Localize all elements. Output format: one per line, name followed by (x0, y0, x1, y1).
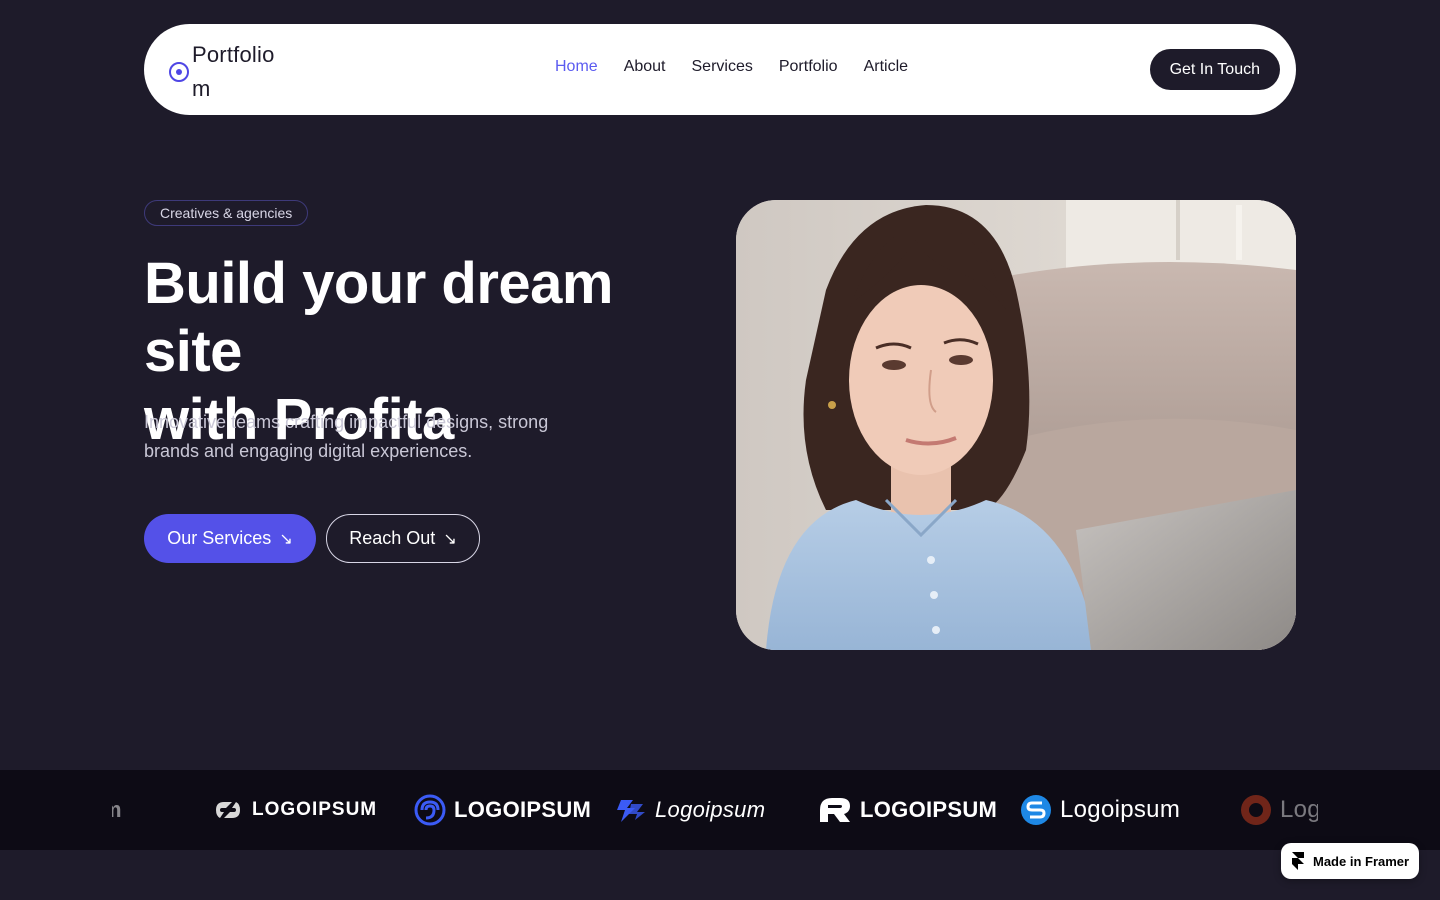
arrow-down-right-icon: ↘ (279, 530, 293, 548)
hero-photo (736, 200, 1296, 650)
logo-text: LOGOIPSUM (860, 797, 998, 822)
framer-icon (1292, 852, 1304, 870)
chain-logo-icon (216, 802, 240, 818)
logo-marquee: psum LOGOIPSUM LOGOIPSUM Logoipsum (112, 770, 1318, 850)
our-services-label: Our Services (167, 528, 272, 548)
nav-link-portfolio[interactable]: Portfolio (779, 58, 838, 76)
bolt-logo-icon (617, 800, 645, 822)
logo-item: LOGOIPSUM (212, 793, 377, 827)
logo-text: LOGOIPSUM (454, 797, 592, 822)
logo-strip: psum LOGOIPSUM LOGOIPSUM Logoipsum (0, 770, 1440, 850)
reach-out-label: Reach Out (349, 528, 436, 548)
logo-text: LOGOIPSUM (252, 799, 378, 820)
ring-logo-icon (1241, 795, 1271, 825)
arrow-down-right-icon: ↘ (443, 530, 457, 548)
logo-text: Logoipsum (1060, 796, 1181, 823)
logo-item: LOGOIPSUM (414, 793, 591, 827)
logo-item: psum (112, 793, 122, 827)
logo-text: Portfolio m (192, 42, 275, 101)
hero-subtext: Innovative teams crafting impactful desi… (144, 412, 549, 461)
category-badge: Creatives & agencies (144, 200, 309, 226)
s-circle-logo-icon (1021, 795, 1051, 825)
logo-item: Logoipsum (615, 793, 765, 827)
nav-link-services[interactable]: Services (692, 58, 753, 76)
framer-badge-label: Made in Framer (1313, 853, 1410, 869)
reach-out-button[interactable]: Reach Out ↘ (326, 514, 480, 563)
navbar: Portfolio m Home About Services Portfoli… (144, 24, 1296, 115)
our-services-button[interactable]: Our Services ↘ (144, 514, 316, 563)
target-icon (169, 62, 189, 82)
logo-text: psum (112, 797, 122, 823)
logo-text: Logoipsum (655, 797, 766, 822)
r-logo-icon (820, 798, 850, 822)
logo-text: Log (1280, 796, 1318, 823)
woman-laptop-illustration (736, 200, 1296, 650)
site-logo[interactable]: Portfolio m (169, 38, 292, 106)
nav-link-article[interactable]: Article (864, 58, 908, 76)
headline-line-1: Build your dream site (144, 251, 613, 384)
swirl-logo-icon (414, 794, 446, 826)
get-in-touch-button[interactable]: Get In Touch (1149, 49, 1280, 90)
logo-item: LOGOIPSUM (818, 793, 997, 827)
made-in-framer-badge[interactable]: Made in Framer (1281, 843, 1419, 879)
nav-link-about[interactable]: About (624, 58, 666, 76)
logo-item: Log (1240, 793, 1318, 827)
nav-link-home[interactable]: Home (555, 58, 598, 76)
logo-item: Logoipsum (1020, 793, 1180, 827)
nav-links: Home About Services Portfolio Article (555, 58, 908, 76)
